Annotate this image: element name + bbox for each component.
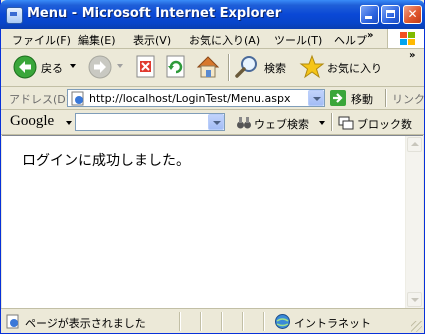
- intranet-zone-icon: [275, 314, 290, 329]
- browser-window: Menu - Microsoft Internet Explorer ファイル(…: [0, 0, 425, 334]
- google-separator: [331, 113, 333, 131]
- close-button[interactable]: [403, 5, 422, 24]
- google-search-input[interactable]: [75, 113, 225, 131]
- menu-bar: ファイル(F) 編集(E) 表示(V) お気に入り(A) ツール(T) ヘルプ …: [1, 29, 424, 49]
- address-url: http://localhost/LoginTest/Menu.aspx: [89, 92, 291, 105]
- toolbar-separator: [228, 54, 230, 81]
- address-bar: アドレス(D) http://localhost/LoginTest/Menu.…: [1, 87, 425, 110]
- menu-help[interactable]: ヘルプ: [334, 32, 367, 48]
- status-divider: [242, 312, 244, 331]
- menu-edit[interactable]: 編集(E): [78, 32, 116, 48]
- address-input[interactable]: http://localhost/LoginTest/Menu.aspx: [67, 89, 325, 107]
- menu-tools[interactable]: ツール(T): [274, 32, 322, 48]
- status-divider: [200, 312, 202, 331]
- back-dropdown-arrow[interactable]: [70, 64, 76, 68]
- search-icon[interactable]: [234, 54, 260, 80]
- vertical-scrollbar[interactable]: [405, 136, 423, 308]
- windows-logo-icon: [387, 29, 424, 48]
- scroll-down-button[interactable]: [407, 292, 422, 307]
- maximize-button[interactable]: [381, 5, 400, 24]
- back-button-label[interactable]: 戻る: [41, 60, 63, 76]
- forward-dropdown-arrow[interactable]: [117, 64, 123, 68]
- favorites-button-label[interactable]: お気に入り: [327, 60, 382, 76]
- popup-blocker-icon[interactable]: [338, 114, 354, 130]
- home-icon[interactable]: [195, 54, 221, 80]
- back-arrow-icon[interactable]: [13, 55, 37, 79]
- toolbar-overflow-chevron[interactable]: »: [409, 50, 415, 61]
- address-separator: [385, 89, 387, 107]
- login-success-message: ログインに成功しました。: [22, 153, 190, 169]
- go-button-label[interactable]: 移動: [351, 91, 373, 107]
- status-text: ページが表示されました: [25, 317, 146, 330]
- page-content: ログインに成功しました。: [2, 135, 423, 308]
- binoculars-icon[interactable]: [236, 114, 252, 130]
- scroll-up-button[interactable]: [407, 137, 422, 152]
- go-arrow-icon[interactable]: [330, 90, 346, 106]
- status-divider: [263, 312, 265, 331]
- ie-page-icon: [71, 91, 84, 106]
- menu-file[interactable]: ファイル(F): [12, 32, 71, 48]
- minimize-button[interactable]: [360, 5, 379, 24]
- web-search-dropdown-arrow[interactable]: [319, 121, 325, 125]
- menu-overflow-chevron[interactable]: »: [367, 30, 373, 41]
- google-menu-arrow[interactable]: [66, 121, 72, 125]
- google-toolbar: Google ウェブ検索 ブロック数: [1, 110, 424, 135]
- address-dropdown-button[interactable]: [308, 90, 324, 106]
- google-logo[interactable]: Google: [10, 113, 54, 130]
- stop-icon[interactable]: [135, 55, 157, 79]
- menu-favorites[interactable]: お気に入り(A): [189, 32, 260, 48]
- standard-toolbar: 戻る 検索 お気に入り »: [1, 49, 424, 87]
- menu-view[interactable]: 表示(V): [133, 32, 171, 48]
- resize-grip[interactable]: [411, 321, 422, 332]
- google-search-dropdown[interactable]: [208, 114, 224, 130]
- status-divider: [179, 312, 181, 331]
- links-label[interactable]: リンク: [392, 91, 425, 107]
- security-zone-label: イントラネット: [294, 317, 371, 330]
- web-search-label[interactable]: ウェブ検索: [254, 116, 309, 132]
- forward-arrow-icon[interactable]: [88, 55, 112, 79]
- page-done-icon: [6, 314, 19, 329]
- address-label: アドレス(D): [9, 93, 71, 106]
- popup-block-label[interactable]: ブロック数: [357, 116, 412, 132]
- status-divider: [221, 312, 223, 331]
- title-bar[interactable]: Menu - Microsoft Internet Explorer: [0, 0, 425, 29]
- window-title: Menu - Microsoft Internet Explorer: [27, 6, 282, 21]
- ie-page-icon: [6, 7, 23, 24]
- favorites-star-icon[interactable]: [299, 54, 325, 80]
- search-button-label[interactable]: 検索: [264, 60, 286, 76]
- refresh-icon[interactable]: [165, 55, 187, 79]
- status-bar: ページが表示されました イントラネット: [1, 308, 424, 334]
